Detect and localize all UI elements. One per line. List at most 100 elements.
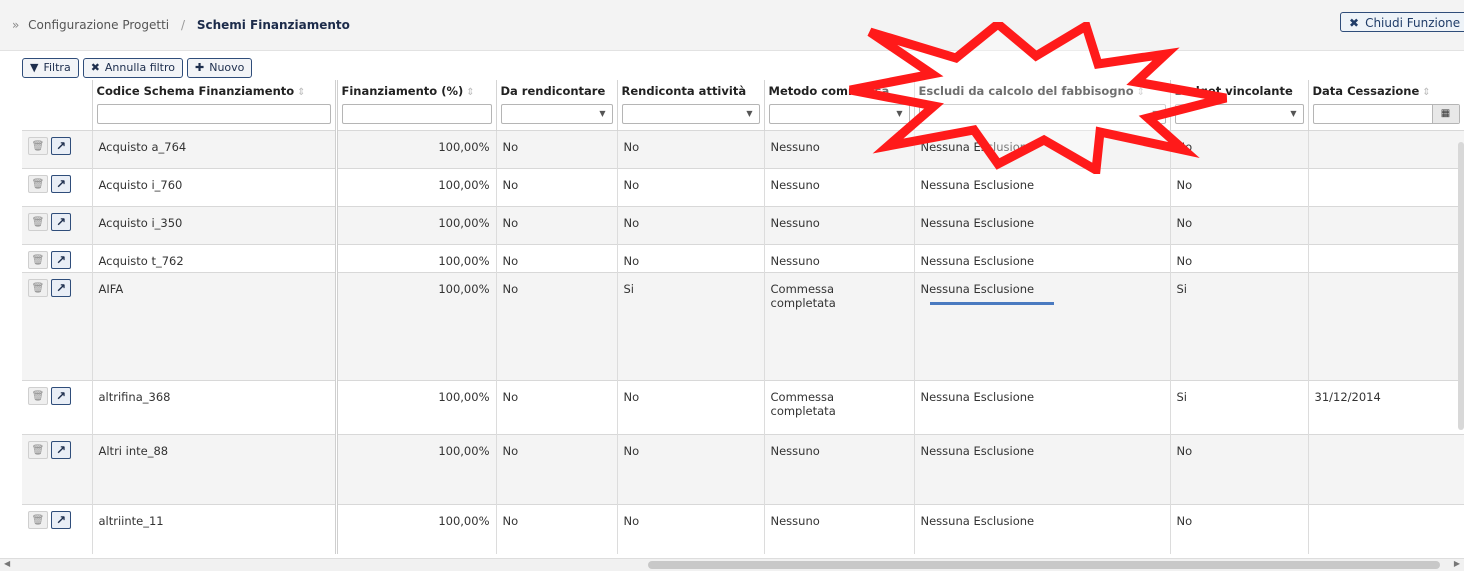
column-header-codice[interactable]: Codice Schema Finanziamento ⇕ — [92, 80, 338, 130]
scrollbar-thumb[interactable] — [648, 561, 1440, 569]
cell-escludi: Nessuna Esclusione — [914, 433, 1171, 504]
trash-icon[interactable]: 🗑 — [28, 440, 48, 459]
filter-select-rendiconta[interactable]: ▼ — [621, 104, 760, 124]
cell-budget: Si — [1170, 271, 1309, 380]
filter-select-budget[interactable]: ▼ — [1174, 104, 1304, 124]
actions-header — [22, 80, 93, 130]
cell-codice: Acquisto a_764 — [92, 129, 338, 168]
sort-icon: ⇕ — [1136, 87, 1146, 98]
breadcrumb: » Configurazione Progetti / Schemi Finan… — [12, 18, 350, 32]
cancel-filter-label: Annulla filtro — [104, 61, 176, 74]
cell-finanziamento: 100,00% — [336, 379, 497, 434]
cell-budget: Si — [1170, 379, 1309, 434]
trash-icon[interactable]: 🗑 — [28, 386, 48, 405]
trash-icon[interactable]: 🗑 — [28, 250, 48, 269]
cell-data-cessazione — [1308, 503, 1464, 554]
caret-down-icon: ▼ — [1290, 109, 1297, 118]
row-actions: 🗑 ↗ — [22, 433, 93, 504]
cell-escludi: Nessuna Esclusione — [914, 167, 1171, 206]
trash-icon[interactable]: 🗑 — [28, 278, 48, 297]
column-header-finanziamento[interactable]: Finanziamento (%) ⇕ — [336, 80, 497, 130]
edit-icon[interactable]: ↗ — [51, 212, 71, 231]
caret-down-icon: ▼ — [896, 109, 903, 118]
cell-codice: altriinte_11 — [92, 503, 338, 554]
new-button[interactable]: ✚ Nuovo — [187, 58, 253, 78]
edit-icon[interactable]: ↗ — [51, 136, 71, 155]
trash-icon[interactable]: 🗑 — [28, 212, 48, 231]
cell-escludi: Nessuna Esclusione — [914, 243, 1171, 272]
column-header-metodo[interactable]: Metodo commessa ▼ — [764, 80, 915, 130]
cell-metodo: Nessuno — [764, 167, 915, 206]
filter-date-data-cessazione[interactable]: ▦ — [1312, 104, 1460, 124]
breadcrumb-separator: / — [180, 18, 185, 32]
cell-escludi: Nessuna Esclusione — [914, 379, 1171, 434]
cell-da-rendicontare: No — [496, 205, 618, 244]
cell-finanziamento: 100,00% — [336, 271, 497, 380]
close-function-button[interactable]: ✖ Chiudi Funzione — [1340, 12, 1464, 32]
financing-schemes-grid: Codice Schema Finanziamento ⇕ Finanziamen… — [22, 80, 1464, 558]
column-header-data-cessazione[interactable]: Data Cessazione ⇕ ▦ — [1308, 80, 1464, 130]
column-header-da-rendicontare[interactable]: Da rendicontare ▼ — [496, 80, 618, 130]
cell-da-rendicontare: No — [496, 503, 618, 554]
cell-rendiconta: No — [617, 243, 765, 272]
cell-escludi: Nessuna Esclusione — [914, 129, 1171, 168]
cell-da-rendicontare: No — [496, 433, 618, 504]
column-header-rendiconta[interactable]: Rendiconta attività ▼ — [617, 80, 765, 130]
annotation-underline — [930, 302, 1054, 305]
edit-icon[interactable]: ↗ — [51, 386, 71, 405]
filter-input-codice[interactable] — [96, 104, 331, 124]
cell-escludi: Nessuna Esclusione — [914, 271, 1171, 380]
row-actions: 🗑 ↗ — [22, 243, 93, 272]
cell-data-cessazione — [1308, 167, 1464, 206]
cell-da-rendicontare: No — [496, 271, 618, 380]
scroll-left-icon[interactable]: ◀ — [4, 559, 10, 568]
cell-rendiconta: No — [617, 503, 765, 554]
breadcrumb-parent[interactable]: Configurazione Progetti — [28, 18, 169, 32]
edit-icon[interactable]: ↗ — [51, 174, 71, 193]
trash-icon[interactable]: 🗑 — [28, 510, 48, 529]
cell-codice: Altri inte_88 — [92, 433, 338, 504]
cell-budget: No — [1170, 503, 1309, 554]
filter-icon: ▼ — [30, 61, 39, 74]
column-header-budget[interactable]: Budget vincolante ▼ — [1170, 80, 1309, 130]
header-row: Codice Schema Finanziamento ⇕ Finanziamen… — [22, 80, 1464, 130]
scroll-right-icon[interactable]: ▶ — [1454, 559, 1460, 568]
sort-icon: ⇕ — [1422, 87, 1431, 98]
cell-da-rendicontare: No — [496, 243, 618, 272]
cell-data-cessazione — [1308, 433, 1464, 504]
trash-icon[interactable]: 🗑 — [28, 174, 48, 193]
cell-data-cessazione: 31/12/2014 — [1308, 379, 1464, 434]
cell-metodo: Nessuno — [764, 503, 915, 554]
row-actions: 🗑 ↗ — [22, 503, 93, 554]
cell-escludi: Nessuna Esclusione — [914, 205, 1171, 244]
cell-metodo: Nessuno — [764, 433, 915, 504]
column-header-escludi[interactable]: Escludi da calcolo del fabbisogno ⇕ ▼ — [914, 80, 1171, 130]
edit-icon[interactable]: ↗ — [51, 440, 71, 459]
edit-icon[interactable]: ↗ — [51, 250, 71, 269]
filter-select-metodo[interactable]: ▼ — [768, 104, 910, 124]
cell-finanziamento: 100,00% — [336, 167, 497, 206]
financing-schemes-table: Codice Schema Finanziamento ⇕ Finanziamen… — [22, 80, 1464, 554]
cancel-filter-button[interactable]: ✖ Annulla filtro — [82, 58, 184, 78]
filter-input-finanziamento[interactable] — [341, 104, 492, 124]
vertical-scrollbar[interactable] — [1458, 142, 1464, 430]
calendar-icon[interactable]: ▦ — [1431, 105, 1459, 123]
edit-icon[interactable]: ↗ — [51, 510, 71, 529]
filter-select-da-rendicontare[interactable]: ▼ — [500, 104, 613, 124]
table-row: 🗑 ↗ altrifina_368 100,00% No No Commessa … — [22, 379, 1464, 434]
row-actions: 🗑 ↗ — [22, 129, 93, 168]
top-bar: » Configurazione Progetti / Schemi Finan… — [0, 0, 1464, 51]
close-icon: ✖ — [1349, 16, 1360, 30]
filter-select-escludi[interactable]: ▼ — [918, 104, 1166, 124]
edit-icon[interactable]: ↗ — [51, 278, 71, 297]
trash-icon[interactable]: 🗑 — [28, 136, 48, 155]
breadcrumb-current: Schemi Finanziamento — [196, 18, 350, 32]
cell-budget: No — [1170, 205, 1309, 244]
breadcrumb-prefix-icon: » — [12, 18, 20, 32]
cell-codice: altrifina_368 — [92, 379, 338, 434]
horizontal-scrollbar[interactable]: ◀ ▶ — [0, 558, 1464, 571]
cell-da-rendicontare: No — [496, 379, 618, 434]
cell-metodo: Nessuno — [764, 243, 915, 272]
filter-button[interactable]: ▼ Filtra — [22, 58, 79, 78]
filter-label: Filtra — [43, 61, 71, 74]
